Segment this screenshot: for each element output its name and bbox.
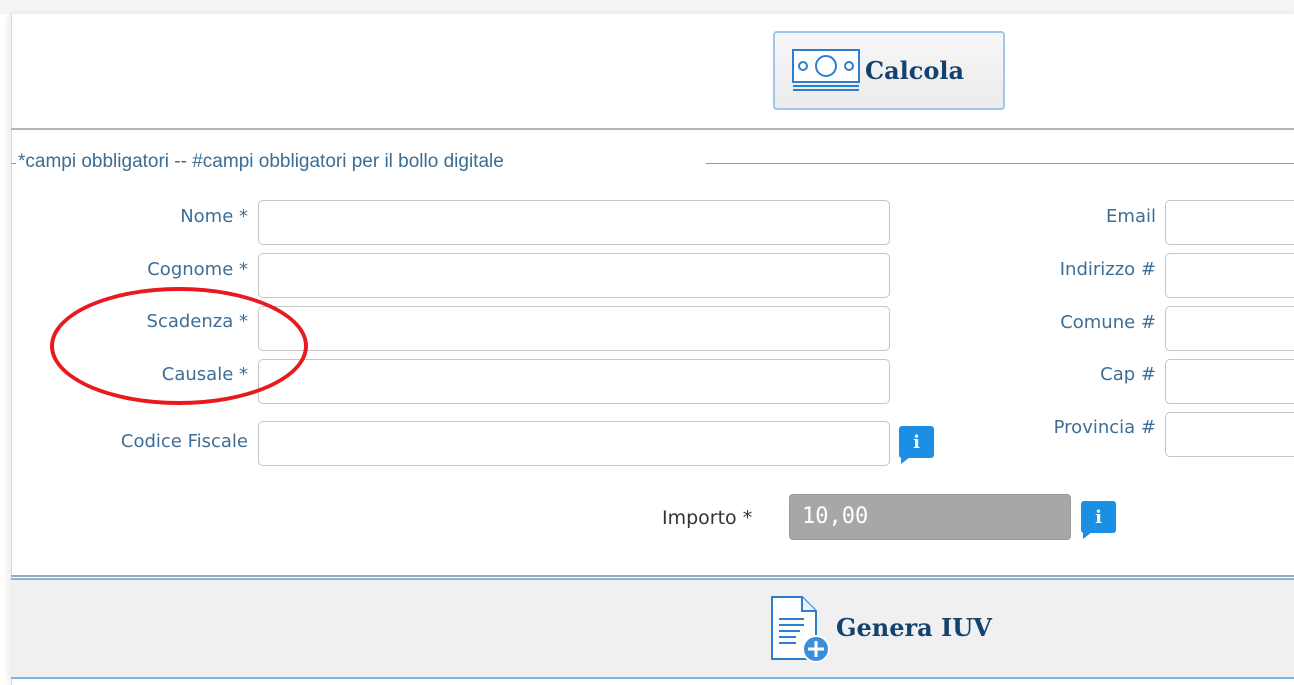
importo-field: 10,00: [789, 494, 1071, 540]
codice-fiscale-input[interactable]: [258, 421, 890, 466]
importo-label: Importo *: [662, 507, 753, 529]
legend-line-right: [706, 163, 1294, 164]
comune-input[interactable]: [1165, 306, 1294, 351]
divider: [11, 677, 1294, 679]
indirizzo-label: Indirizzo #: [1059, 259, 1156, 280]
provincia-label: Provincia #: [1053, 417, 1156, 438]
cognome-input[interactable]: [258, 253, 890, 298]
indirizzo-input[interactable]: [1165, 253, 1294, 298]
calcola-label: Calcola: [865, 56, 965, 85]
codice-fiscale-label: Codice Fiscale: [120, 431, 248, 452]
cap-label: Cap #: [1100, 364, 1156, 385]
causale-label: Causale *: [161, 364, 248, 385]
cognome-label: Cognome *: [147, 259, 248, 280]
calcola-button[interactable]: Calcola: [773, 31, 1005, 110]
document-add-icon: [768, 593, 834, 669]
scadenza-input[interactable]: [258, 306, 890, 351]
form-legend: *campi obbligatori -- #campi obbligatori…: [16, 151, 506, 173]
top-strip: [0, 0, 1294, 14]
codice-fiscale-info-icon[interactable]: i: [899, 426, 934, 464]
divider: [11, 128, 1294, 130]
provincia-input[interactable]: [1165, 412, 1294, 457]
email-label: Email: [1106, 206, 1156, 227]
importo-info-icon[interactable]: i: [1081, 501, 1116, 539]
banknote-icon: [791, 48, 861, 94]
email-input[interactable]: [1165, 200, 1294, 245]
footer-bar: [11, 580, 1294, 677]
cap-input[interactable]: [1165, 359, 1294, 404]
nome-label: Nome *: [180, 206, 248, 227]
divider: [11, 575, 1294, 577]
nome-input[interactable]: [258, 200, 890, 245]
scadenza-label: Scadenza *: [146, 311, 248, 332]
causale-input[interactable]: [258, 359, 890, 404]
genera-iuv-button[interactable]: Genera IUV: [768, 595, 992, 667]
comune-label: Comune #: [1060, 312, 1156, 333]
genera-iuv-label: Genera IUV: [836, 612, 992, 642]
